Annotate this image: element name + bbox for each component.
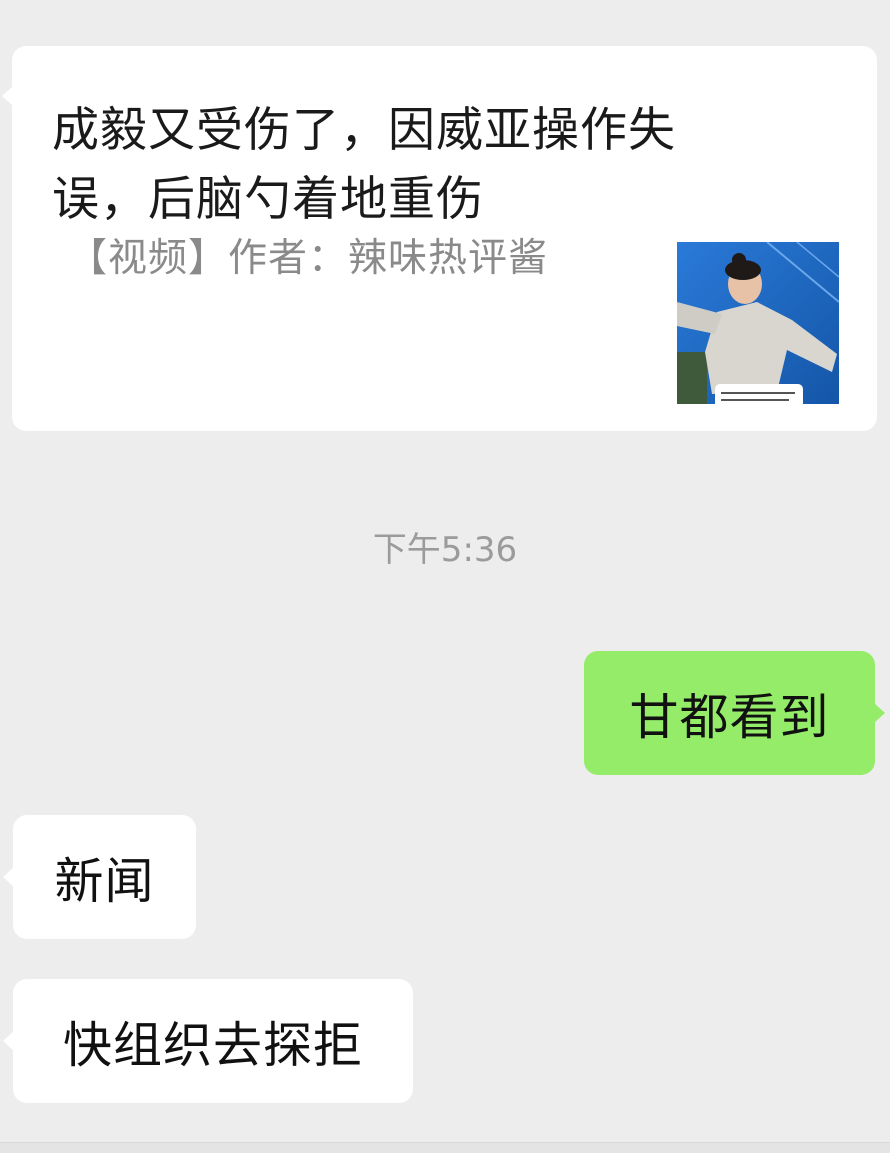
link-card-description: 【视频】作者：辣味热评酱 xyxy=(68,236,549,281)
video-link-card[interactable]: 成毅又受伤了，因威亚操作失误，后脑勺着地重伤 【视频】作者：辣味热评酱 xyxy=(2,46,877,431)
message-text: 快组织去探拒 xyxy=(62,1016,363,1074)
input-bar-edge xyxy=(0,1142,890,1153)
bubble-tail xyxy=(3,1031,14,1051)
message-timestamp: 下午5:36 xyxy=(372,530,518,570)
bubble-tail xyxy=(3,867,14,887)
message-text: 新闻 xyxy=(54,852,155,910)
video-thumbnail-image xyxy=(677,242,839,404)
video-thumbnail[interactable] xyxy=(677,242,839,404)
bubble-tail xyxy=(2,86,13,106)
incoming-message-bubble[interactable]: 快组织去探拒 xyxy=(3,979,413,1103)
link-card-title: 成毅又受伤了，因威亚操作失误，后脑勺着地重伤 xyxy=(52,103,676,227)
incoming-message-bubble[interactable]: 新闻 xyxy=(3,815,196,939)
bubble-tail xyxy=(874,703,885,723)
chat-area[interactable]: 成毅又受伤了，因威亚操作失误，后脑勺着地重伤 【视频】作者：辣味热评酱 下午5:… xyxy=(0,0,890,1153)
message-text: 甘都看到 xyxy=(629,688,830,746)
outgoing-message-bubble[interactable]: 甘都看到 xyxy=(584,651,885,775)
